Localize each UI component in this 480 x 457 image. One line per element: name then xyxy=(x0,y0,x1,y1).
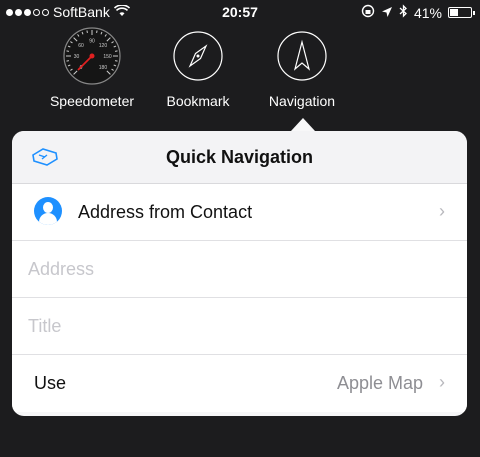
bluetooth-icon xyxy=(399,4,408,21)
chevron-right-icon: › xyxy=(439,201,445,221)
status-bar: SoftBank 20:57 41% xyxy=(0,0,480,26)
location-arrow-icon xyxy=(381,5,393,21)
chevron-right-icon: › xyxy=(439,372,445,392)
navigation-label: Navigation xyxy=(268,93,336,109)
gauge-number: 30 xyxy=(74,54,80,60)
title-field-row[interactable]: Title xyxy=(12,298,467,355)
bookmark-label: Bookmark xyxy=(166,93,230,109)
speedometer-tool[interactable]: 0306090120150180 Speedometer xyxy=(48,26,136,109)
popover-title: Quick Navigation xyxy=(165,147,314,167)
gauge-number: 120 xyxy=(99,43,108,49)
use-value: Apple Map xyxy=(336,373,423,393)
navigation-tool[interactable]: Navigation xyxy=(264,26,340,109)
popover-header: Quick Navigation xyxy=(12,131,467,184)
bookmark-tool[interactable]: Bookmark xyxy=(160,26,236,109)
speedometer-label: Speedometer xyxy=(49,93,135,109)
popover-arrow xyxy=(291,118,315,131)
speedometer-icon: 0306090120150180 xyxy=(48,26,136,89)
gauge-number: 180 xyxy=(99,65,108,71)
battery-percent: 41% xyxy=(413,4,442,21)
gauge-number: 60 xyxy=(78,43,84,49)
quick-navigation-popover: Quick Navigation Address from Contact › … xyxy=(12,131,467,416)
navigation-arrow-icon xyxy=(264,26,340,89)
title-field[interactable]: Title xyxy=(28,316,61,337)
use-row[interactable]: Use Apple Map › xyxy=(12,355,467,412)
compass-icon xyxy=(160,26,236,89)
gauge-number: 150 xyxy=(103,54,112,60)
gauge-number: 90 xyxy=(89,39,95,45)
address-from-contact-row[interactable]: Address from Contact › xyxy=(12,184,467,241)
status-bar-right: 41% xyxy=(361,4,475,21)
use-label: Use xyxy=(34,373,67,393)
address-field-row[interactable]: Address xyxy=(12,241,467,298)
contact-icon xyxy=(34,197,62,225)
battery-icon xyxy=(448,7,475,18)
rotation-lock-icon xyxy=(361,4,375,21)
address-field[interactable]: Address xyxy=(28,259,94,280)
address-from-contact-label: Address from Contact xyxy=(78,202,253,222)
